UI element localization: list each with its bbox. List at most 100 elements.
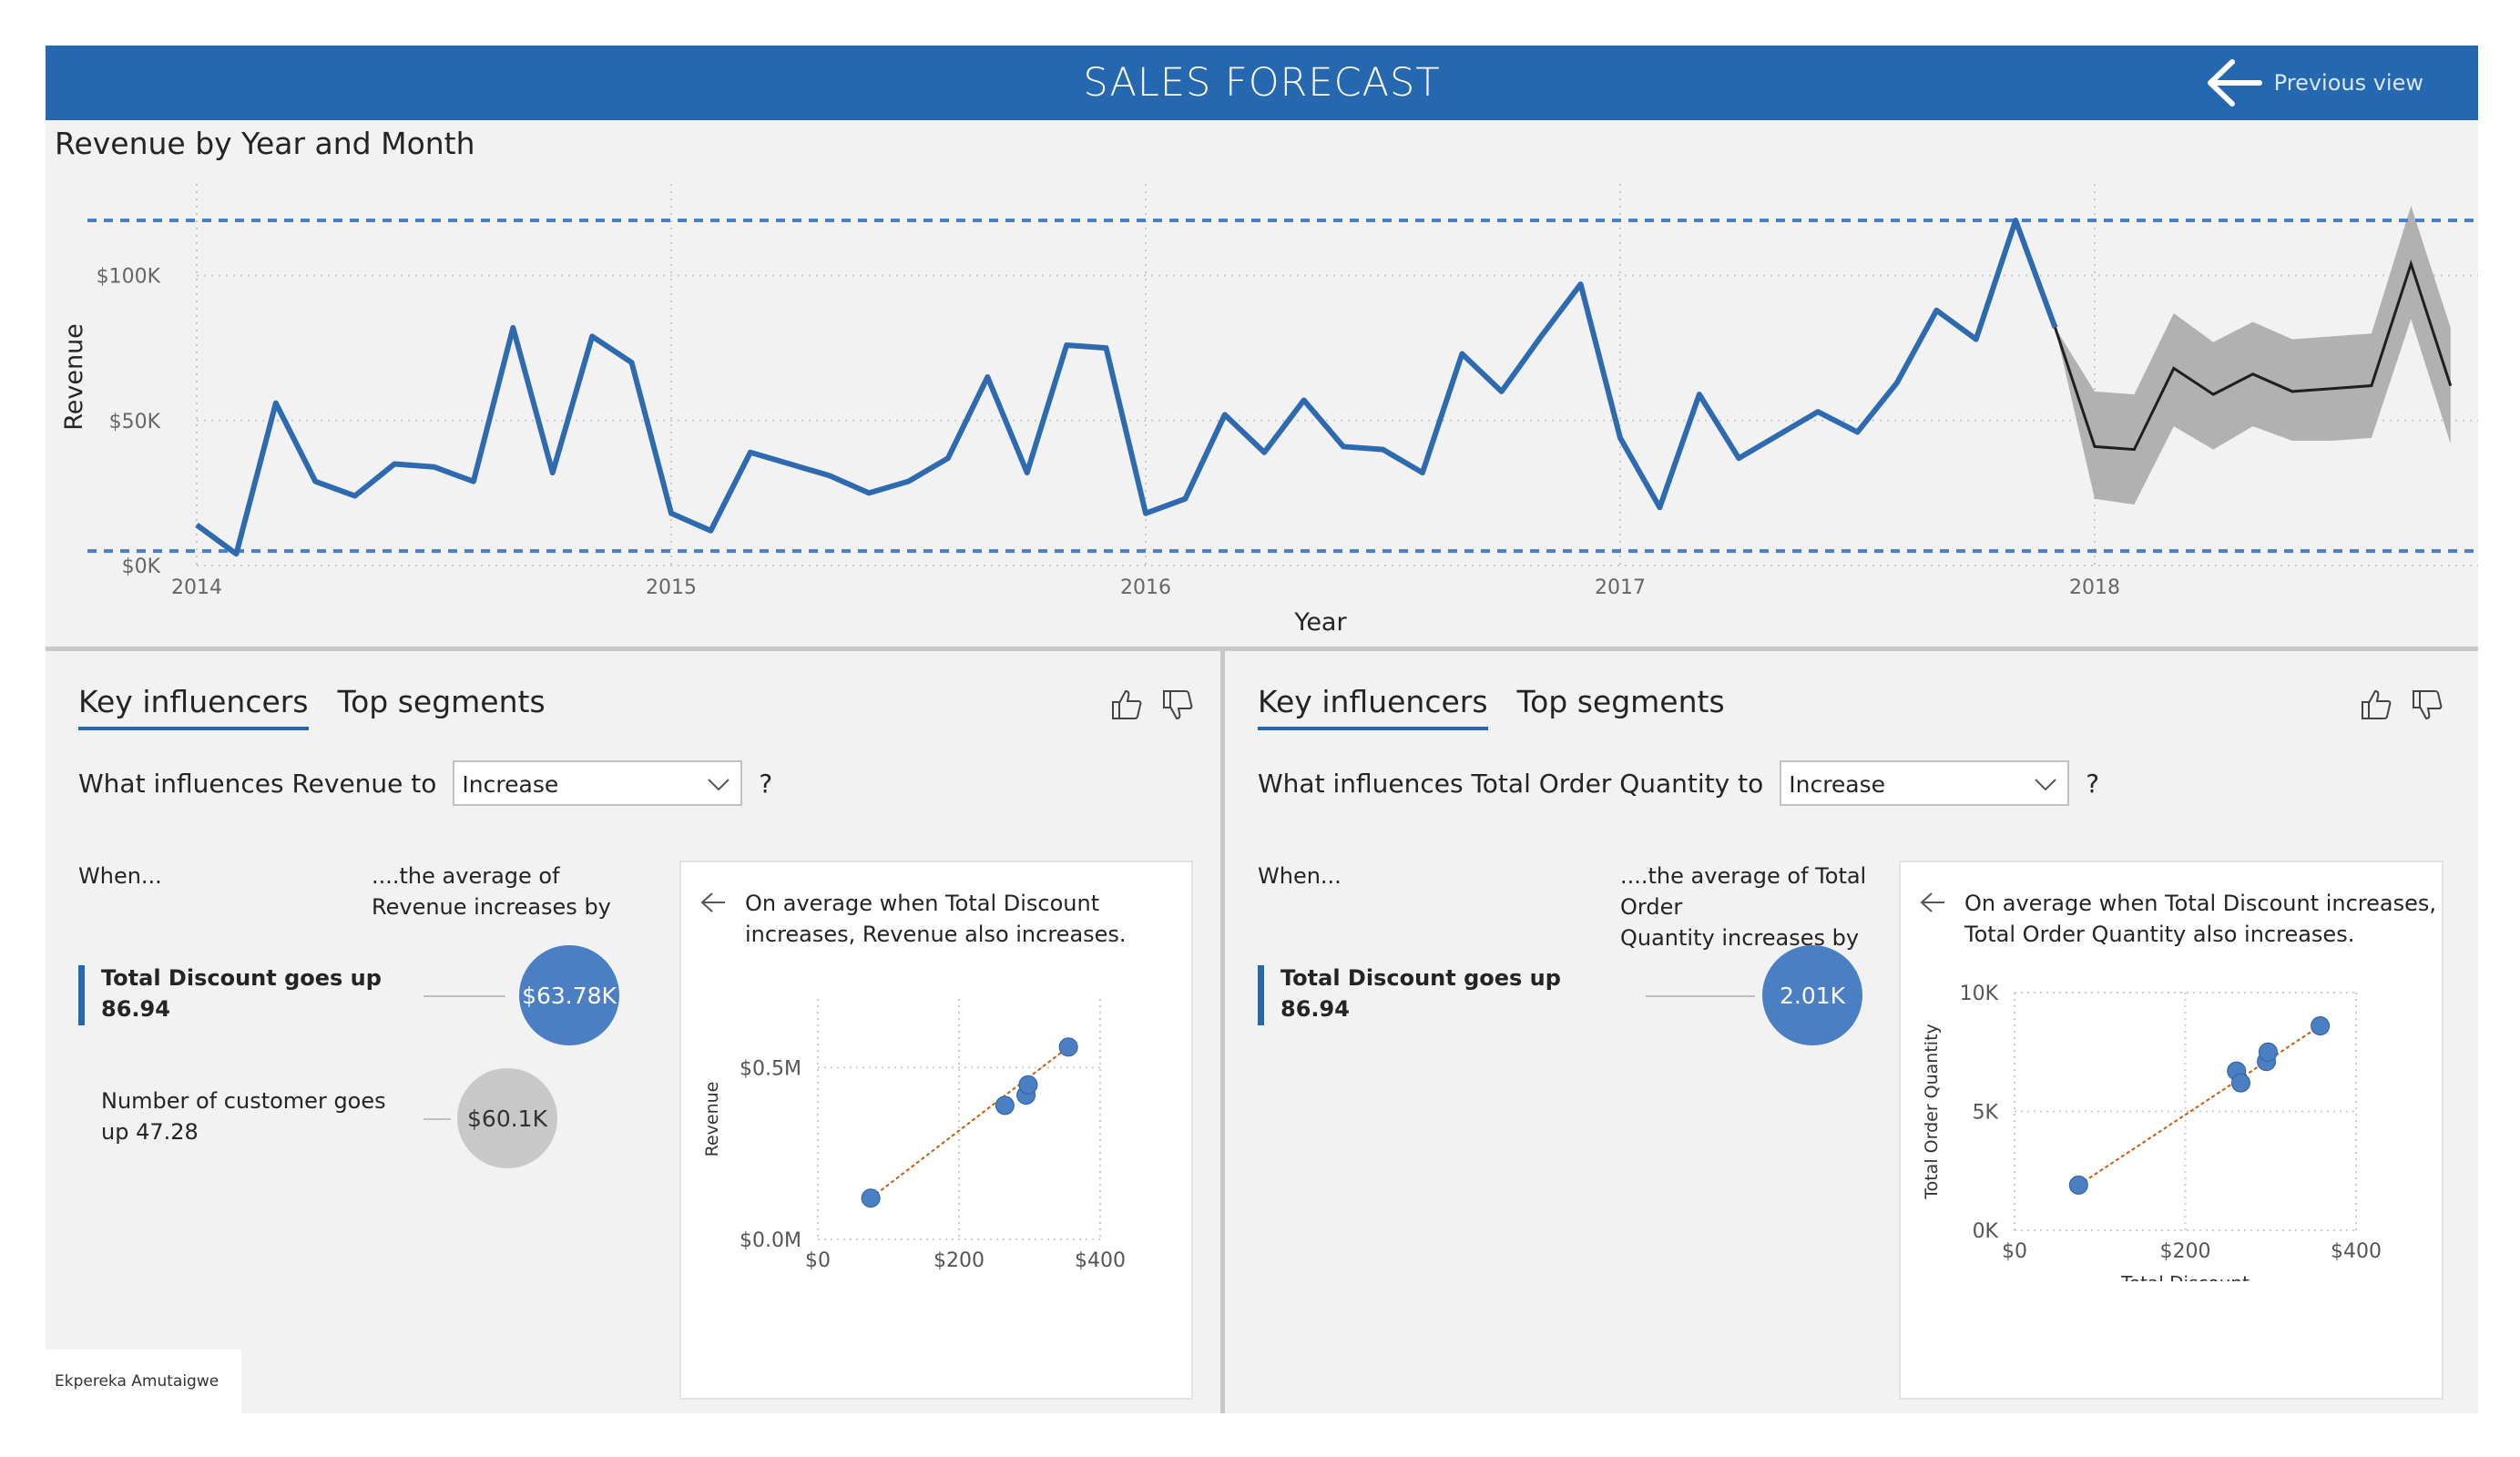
influencer-1-bubble[interactable]: 2.01K bbox=[1762, 945, 1862, 1045]
influencer-2-value: up 47.28 bbox=[101, 1119, 199, 1145]
revenue-point bbox=[670, 513, 672, 515]
y-tick-label: $0.0M bbox=[740, 1229, 801, 1252]
revenue-point bbox=[1580, 283, 1582, 285]
tab-top-segments[interactable]: Top segments bbox=[1517, 684, 1725, 730]
revenue-point bbox=[631, 362, 633, 363]
average-increase-label: ....the average of Total Order Quantity … bbox=[1620, 861, 1930, 953]
back-arrow-icon[interactable] bbox=[1919, 890, 1946, 915]
previous-view-button[interactable]: Previous view bbox=[2205, 55, 2423, 111]
trend-line bbox=[870, 1046, 1069, 1199]
influencer-1-value: 86.94 bbox=[101, 996, 170, 1022]
forecast-point bbox=[2291, 391, 2293, 392]
revenue-point bbox=[1303, 399, 1305, 401]
revenue-point bbox=[1817, 411, 1819, 413]
revenue-point bbox=[1382, 449, 1383, 451]
influence-question: What influences Revenue to Increase ? bbox=[78, 760, 772, 806]
card-text-line-1: On average when Total Discount bbox=[745, 891, 1100, 916]
revenue-point bbox=[1501, 391, 1503, 392]
question-prefix: What influences Total Order Quantity to bbox=[1258, 768, 1764, 799]
influencer-1[interactable]: Total Discount goes up 86.94 bbox=[101, 963, 382, 1024]
quantity-scatter-chart[interactable]: $0 $200 $400 0K 5K 10K Total Discount Total Ord… bbox=[1901, 981, 2438, 1281]
influencer-2-bubble[interactable]: $60.1K bbox=[457, 1068, 557, 1168]
arrow-left-icon bbox=[2207, 59, 2262, 107]
direction-dropdown[interactable]: Increase bbox=[453, 760, 743, 806]
scatter-point bbox=[2258, 1042, 2278, 1062]
card-description: On average when Total Discount increases… bbox=[1964, 888, 2436, 950]
thumbs-up-icon[interactable] bbox=[1109, 688, 1144, 722]
influencer-2-label: Number of customer goes bbox=[101, 1088, 386, 1114]
thumbs-up-icon[interactable] bbox=[2359, 688, 2393, 722]
influencer-1[interactable]: Total Discount goes up 86.94 bbox=[1280, 963, 1561, 1024]
back-arrow-icon[interactable] bbox=[699, 890, 727, 915]
influencer-tabs: Key influencers Top segments bbox=[1258, 684, 1725, 730]
revenue-line-chart[interactable]: $0K $50K $100K 2014 2015 2016 2017 2018 Year Reve… bbox=[46, 120, 2478, 647]
selected-indicator bbox=[78, 965, 85, 1025]
when-label: When... bbox=[1258, 863, 1342, 889]
forecast-point bbox=[2371, 385, 2372, 387]
x-axis-title: Total Discount bbox=[2120, 1272, 2250, 1281]
forecast-confidence-band bbox=[2055, 206, 2451, 505]
quantity-influencers-panel: Key influencers Top segments What influe… bbox=[1225, 651, 2478, 1413]
direction-dropdown[interactable]: Increase bbox=[1780, 760, 2070, 806]
x-tick-label: $400 bbox=[2331, 1240, 2382, 1263]
forecast-point bbox=[2173, 367, 2175, 369]
tab-key-influencers[interactable]: Key influencers bbox=[78, 684, 309, 730]
x-axis-title: Year bbox=[1293, 608, 1347, 637]
revenue-point bbox=[512, 327, 514, 329]
scatter-point bbox=[2311, 1016, 2331, 1036]
card-text-line-2: Total Order Quantity also increases. bbox=[1964, 922, 2355, 947]
influencer-1-value: 86.94 bbox=[1280, 996, 1350, 1022]
revenue-point bbox=[2015, 219, 2016, 221]
revenue-point bbox=[1658, 506, 1660, 508]
x-tick-label: 2018 bbox=[2069, 576, 2120, 599]
revenue-point bbox=[1224, 413, 1226, 415]
revenue-point bbox=[1896, 382, 1898, 383]
forecast-point bbox=[2133, 449, 2135, 451]
scatter-point bbox=[1058, 1037, 1078, 1057]
revenue-point bbox=[1184, 498, 1186, 500]
revenue-point bbox=[868, 492, 870, 494]
thumbs-down-icon[interactable] bbox=[1160, 688, 1195, 722]
forecast-point bbox=[2094, 445, 2096, 447]
influence-question: What influences Total Order Quantity to … bbox=[1258, 760, 2099, 806]
y-tick-label: $0K bbox=[122, 555, 161, 578]
dropdown-value: Increase bbox=[1789, 771, 1886, 798]
influencer-1-arrow bbox=[423, 995, 505, 997]
influencer-detail-card: On average when Total Discount increases… bbox=[679, 861, 1193, 1400]
revenue-series-line bbox=[195, 218, 2058, 557]
revenue-point bbox=[275, 402, 277, 404]
question-prefix: What influences Revenue to bbox=[78, 768, 437, 799]
trend-line bbox=[2077, 1024, 2321, 1187]
scatter-point bbox=[861, 1188, 881, 1208]
selected-indicator bbox=[1258, 965, 1264, 1025]
revenue-point bbox=[709, 530, 711, 532]
revenue-scatter-chart[interactable]: $0$200$400$0.0M$0.5MTotal DiscountRevenu… bbox=[681, 981, 1188, 1281]
influencer-2[interactable]: Number of customer goes up 47.28 bbox=[101, 1085, 386, 1147]
x-tick-label: 2015 bbox=[646, 576, 697, 599]
y-axis-title: Revenue bbox=[702, 1082, 722, 1157]
revenue-point bbox=[591, 335, 593, 337]
revenue-point bbox=[829, 474, 831, 476]
revenue-point bbox=[354, 495, 356, 497]
card-description: On average when Total Discount increases… bbox=[745, 888, 1127, 950]
revenue-point bbox=[947, 457, 949, 459]
feedback-buttons bbox=[1109, 688, 1195, 722]
average-label-line-1: ....the average of Total Order bbox=[1620, 863, 1867, 920]
author-credit: Ekpereka Amutaigwe bbox=[46, 1350, 241, 1413]
revenue-point bbox=[1422, 472, 1423, 474]
influencer-1-bubble[interactable]: $63.78K bbox=[519, 945, 619, 1045]
thumbs-down-icon[interactable] bbox=[2410, 688, 2444, 722]
y-tick-label: 10K bbox=[1960, 983, 1999, 1005]
y-tick-label: $100K bbox=[97, 266, 161, 289]
revenue-point bbox=[1461, 353, 1463, 355]
average-increase-label: ....the average of Revenue increases by bbox=[372, 863, 611, 920]
tab-top-segments[interactable]: Top segments bbox=[338, 684, 546, 730]
revenue-point bbox=[1975, 339, 1977, 341]
revenue-point bbox=[1540, 335, 1542, 337]
influencer-detail-card: On average when Total Discount increases… bbox=[1899, 861, 2443, 1400]
average-label-line-2: Quantity increases by bbox=[1620, 925, 1860, 951]
when-label: When... bbox=[78, 863, 162, 889]
chevron-down-icon bbox=[2035, 779, 2056, 791]
influencer-1-label: Total Discount goes up bbox=[1280, 965, 1561, 991]
tab-key-influencers[interactable]: Key influencers bbox=[1258, 684, 1488, 730]
